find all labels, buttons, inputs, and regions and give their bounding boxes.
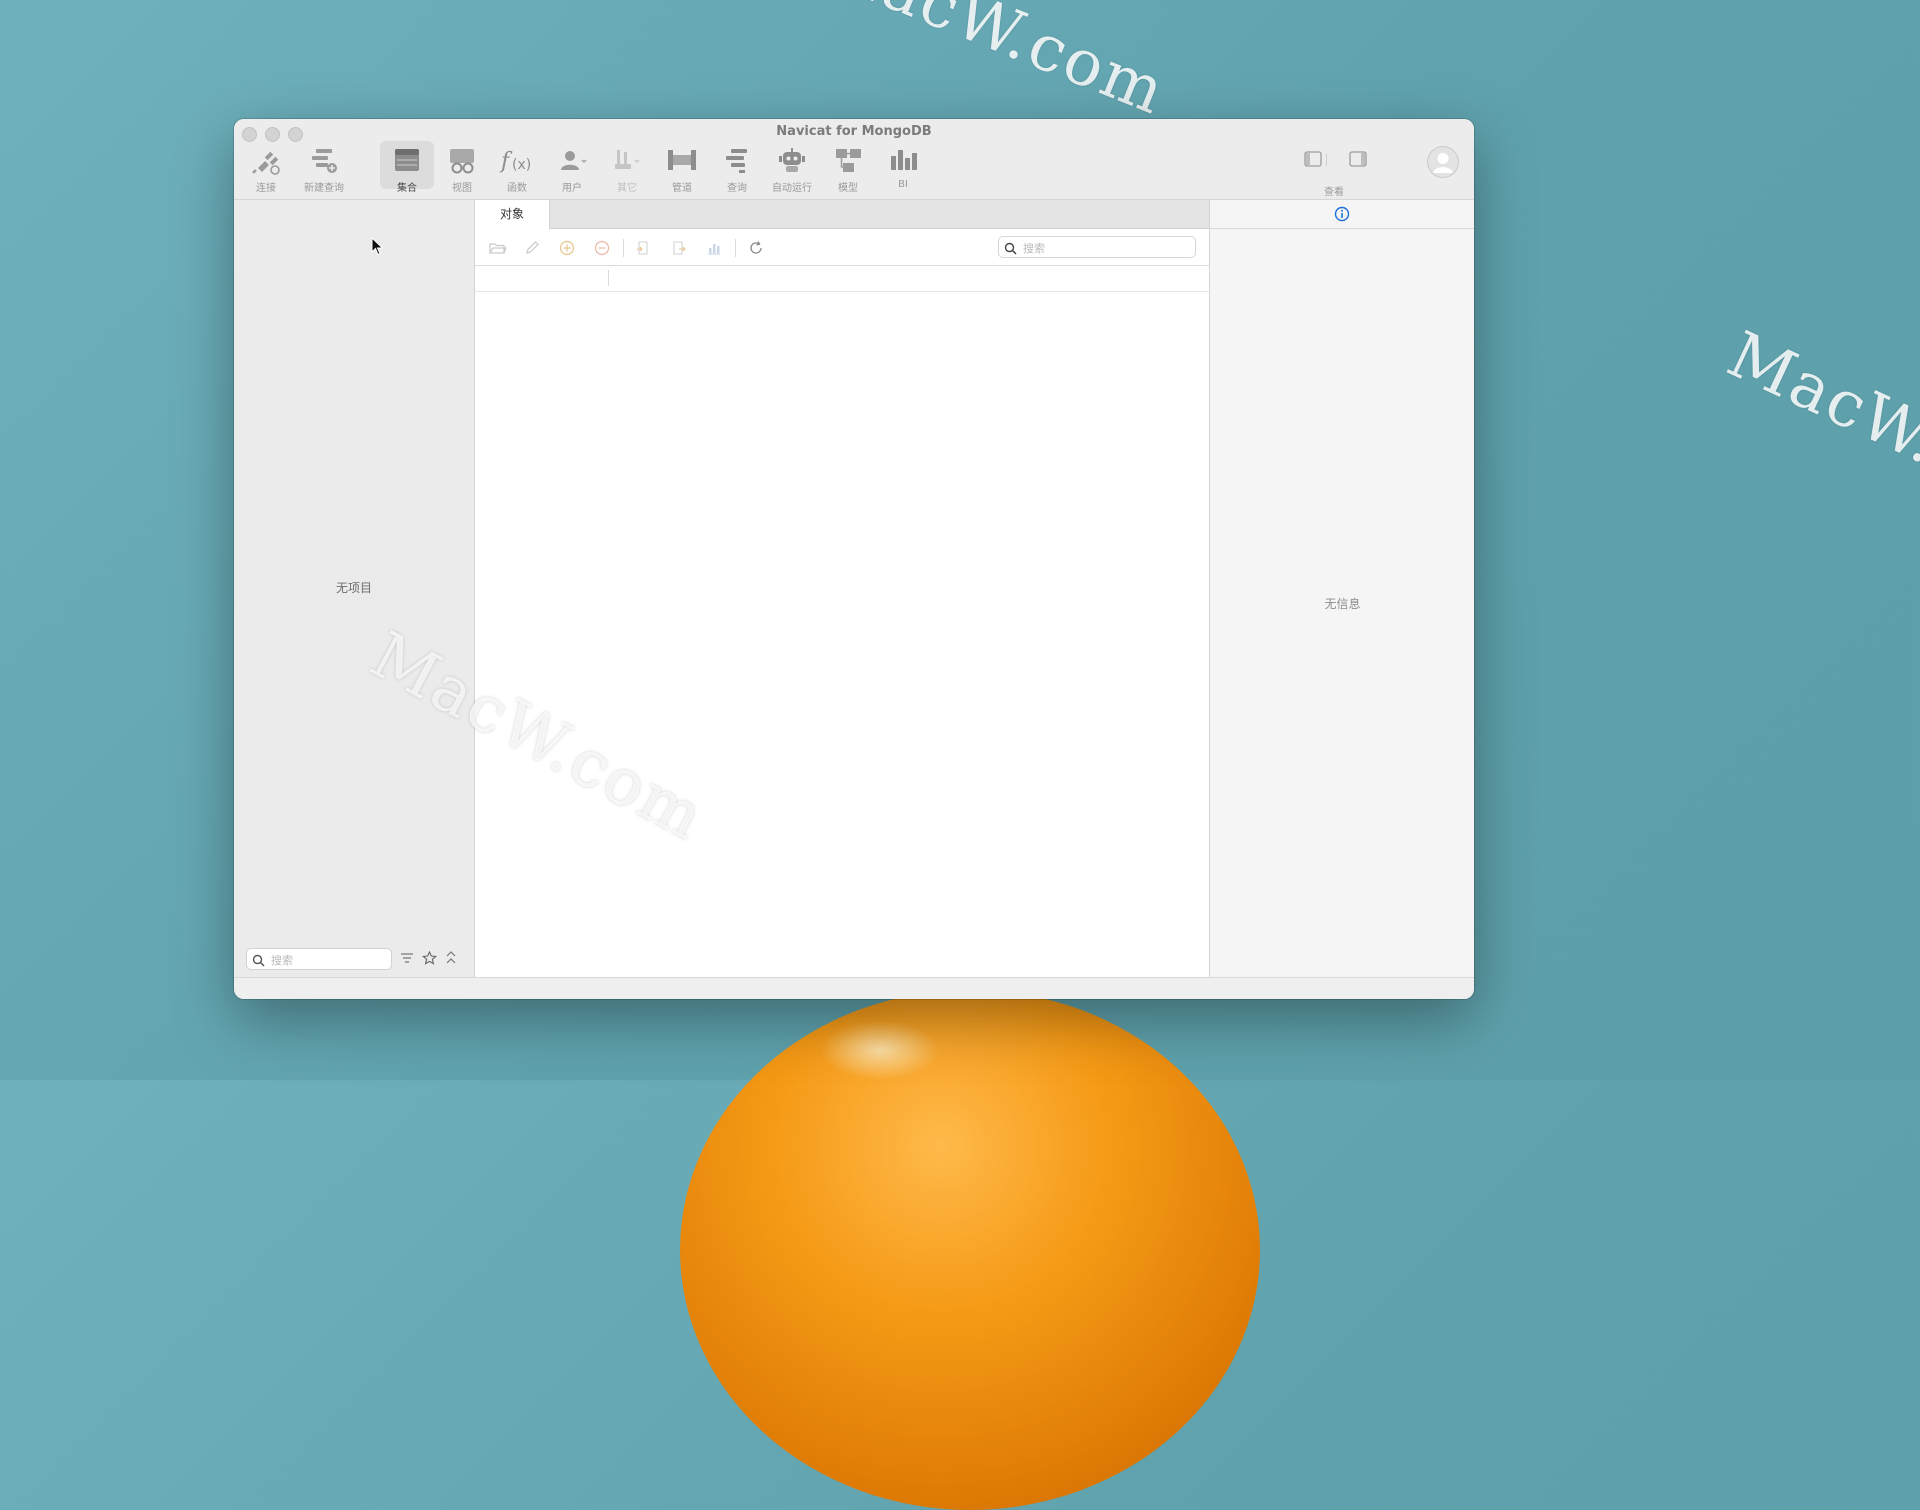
sidebar-search-placeholder: 搜索 [271, 954, 293, 967]
info-tab-bar [1210, 200, 1474, 229]
query-button[interactable]: 查询 [709, 145, 765, 194]
bi-label: BI [898, 179, 908, 190]
robot-icon [774, 145, 810, 177]
open-folder-icon[interactable] [489, 239, 507, 257]
function-label: 函数 [507, 183, 527, 194]
status-bar [234, 977, 1474, 999]
user-button[interactable]: 用户 [544, 145, 600, 194]
new-query-icon [306, 145, 342, 177]
model-icon [830, 145, 866, 177]
bi-button[interactable]: BI [875, 145, 931, 190]
import-icon[interactable] [634, 239, 652, 257]
title-toolbar: Navicat for MongoDB 连接 新建查询 集合 视图 f (x) … [234, 119, 1474, 200]
pipeline-button[interactable]: 管道 [654, 145, 710, 194]
user-icon [554, 145, 590, 177]
view-mode-label: 查看 [1324, 187, 1344, 198]
pipeline-icon [664, 145, 700, 177]
info-empty-text: 无信息 [1324, 597, 1361, 611]
other-button[interactable]: 其它 [599, 145, 655, 194]
model-label: 模型 [838, 183, 858, 194]
bi-chart-icon [885, 145, 921, 177]
svg-text:(x): (x) [512, 157, 531, 173]
refresh-icon[interactable] [747, 239, 765, 257]
view-toggle-divider [1326, 154, 1327, 166]
object-search-input[interactable]: 搜索 [998, 236, 1196, 258]
app-window: Navicat for MongoDB 连接 新建查询 集合 视图 f (x) … [234, 119, 1474, 999]
function-icon: f (x) [499, 145, 535, 177]
collection-label: 集合 [397, 183, 417, 194]
window-title: Navicat for MongoDB [776, 124, 932, 139]
add-circle-icon[interactable] [558, 239, 576, 257]
user-label: 用户 [562, 183, 582, 194]
search-icon [252, 952, 265, 971]
plug-icon [248, 145, 284, 177]
desktop-orange [680, 990, 1260, 1510]
object-area: 对象 搜索 [475, 200, 1209, 977]
navigation-sidebar: 无项目 搜索 [234, 200, 475, 977]
info-panel: 无信息 [1209, 200, 1474, 977]
view-label: 视图 [452, 183, 472, 194]
toggle-sidebar-left-icon[interactable] [1304, 151, 1322, 171]
info-icon[interactable] [1334, 206, 1350, 226]
other-tools-icon [609, 145, 645, 177]
object-search-placeholder: 搜索 [1023, 242, 1045, 255]
toolbar-separator [735, 239, 736, 257]
new-query-label: 新建查询 [304, 183, 344, 194]
automation-label: 自动运行 [772, 183, 812, 194]
toolbar-separator [623, 239, 624, 257]
new-query-button[interactable]: 新建查询 [296, 145, 352, 194]
watermark-right: MacW.c [1716, 318, 1920, 496]
tab-bar: 对象 [475, 200, 1209, 229]
user-avatar[interactable] [1427, 146, 1459, 178]
pipeline-label: 管道 [672, 183, 692, 194]
search-icon [1004, 240, 1017, 259]
connect-button[interactable]: 连接 [238, 145, 294, 194]
object-toolbar: 搜索 [475, 229, 1209, 266]
desktop-orange-shine [820, 1020, 940, 1080]
object-list-header [475, 266, 1209, 292]
export-icon[interactable] [669, 239, 687, 257]
sidebar-search-input[interactable]: 搜索 [246, 948, 392, 970]
sidebar-empty-text: 无项目 [335, 581, 372, 595]
other-label: 其它 [617, 183, 637, 194]
view-toggle-group [1304, 151, 1394, 175]
connect-label: 连接 [256, 183, 276, 194]
view-glasses-icon [444, 145, 480, 177]
collection-button[interactable]: 集合 [379, 141, 435, 194]
watermark-top: MacW.com [809, 0, 1177, 130]
star-icon[interactable] [421, 950, 438, 969]
tab-objects[interactable]: 对象 [475, 200, 550, 229]
mouse-cursor-icon [371, 236, 385, 261]
edit-pencil-icon[interactable] [523, 239, 541, 257]
toggle-sidebar-right-icon[interactable] [1349, 151, 1367, 171]
collection-icon [389, 145, 425, 177]
collapse-all-icon[interactable] [445, 950, 457, 969]
query-label: 查询 [727, 183, 747, 194]
model-button[interactable]: 模型 [820, 145, 876, 194]
column-divider[interactable] [608, 270, 609, 286]
svg-text:f: f [499, 149, 513, 174]
query-icon [719, 145, 755, 177]
automation-button[interactable]: 自动运行 [764, 145, 820, 194]
sidebar-actions [400, 950, 457, 969]
function-button[interactable]: f (x) 函数 [489, 145, 545, 194]
view-button[interactable]: 视图 [434, 145, 490, 194]
filter-icon[interactable] [400, 950, 414, 969]
remove-circle-icon[interactable] [593, 239, 611, 257]
chart-icon[interactable] [705, 239, 723, 257]
